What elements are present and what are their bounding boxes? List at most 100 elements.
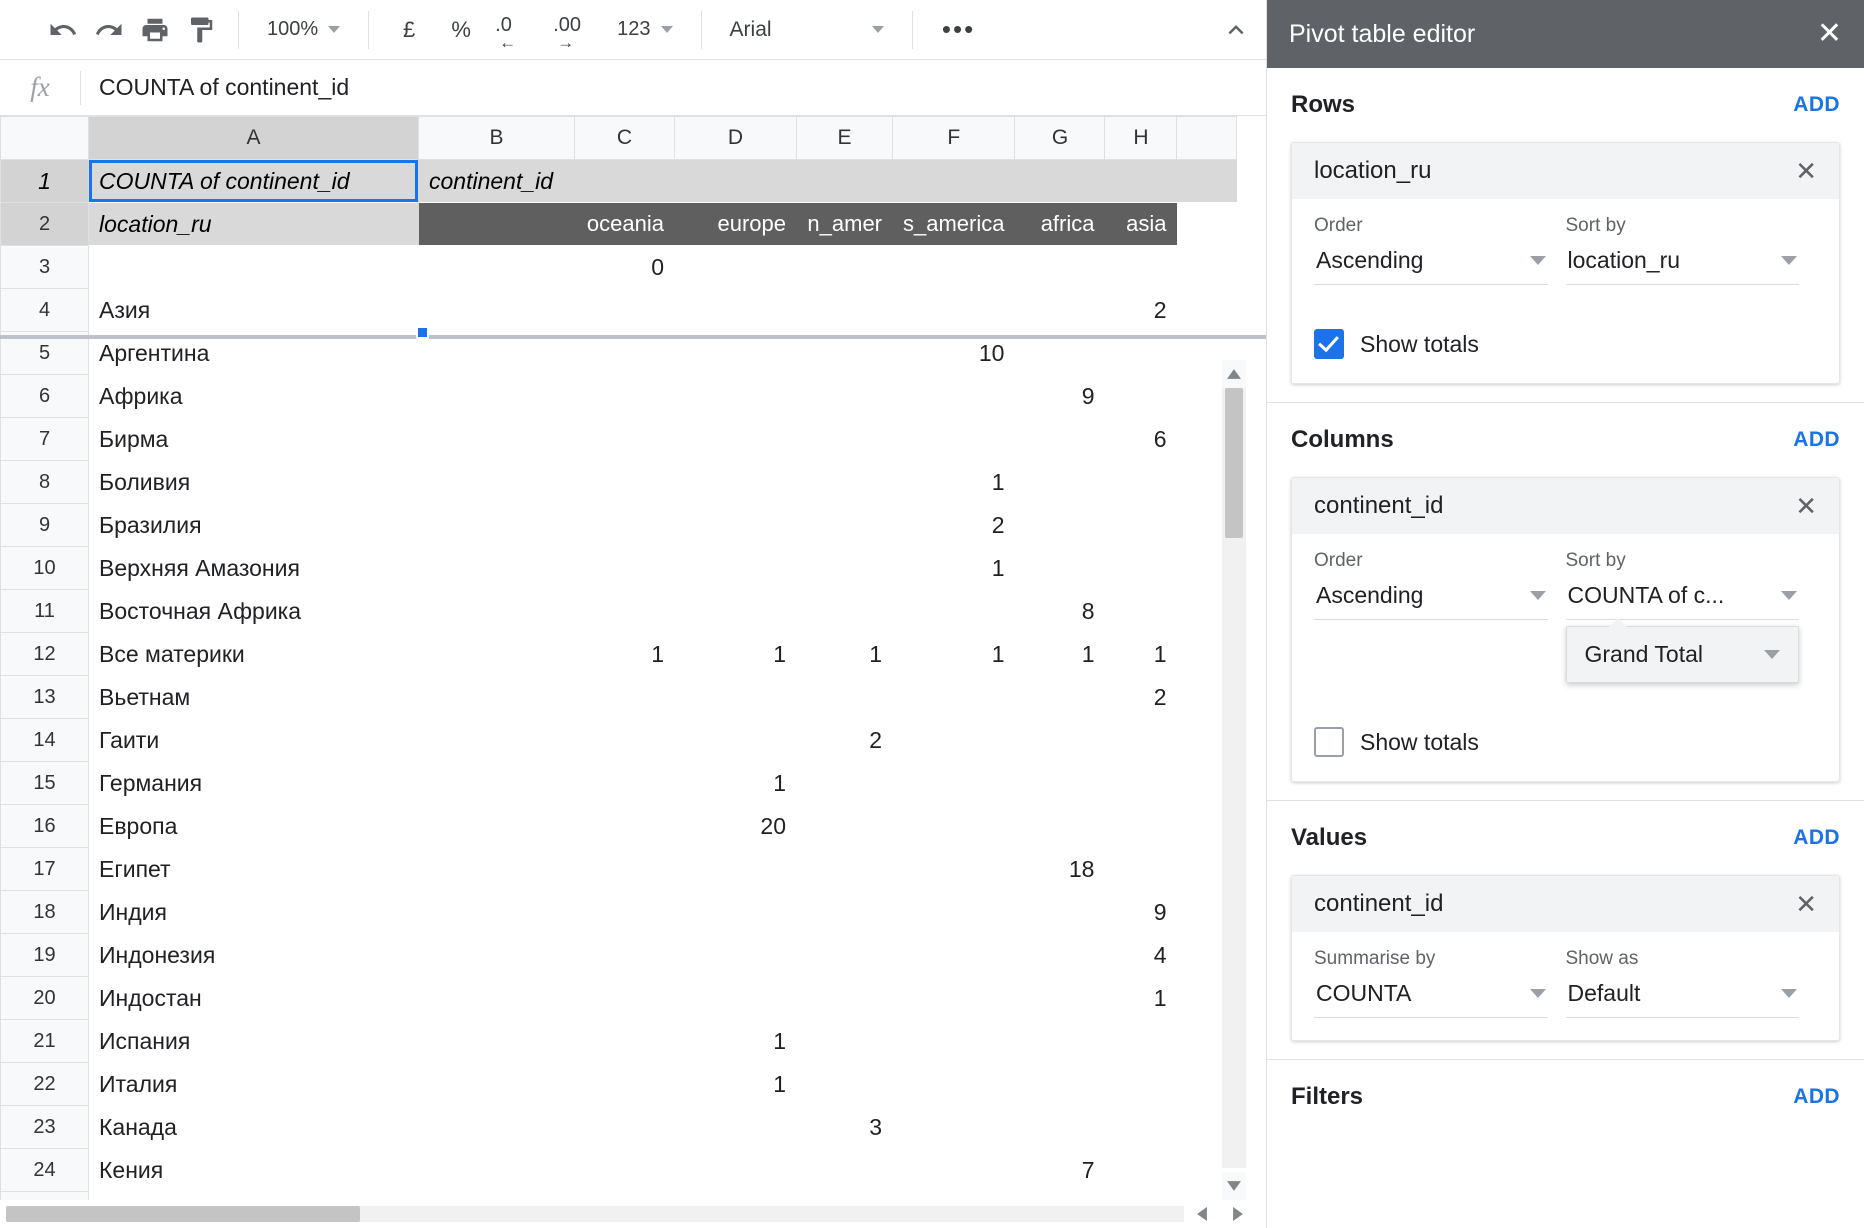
data-cell[interactable]: 2	[1104, 288, 1178, 332]
columns-show-totals-row[interactable]: Show totals	[1292, 705, 1839, 763]
data-cell[interactable]	[418, 675, 575, 719]
data-cell[interactable]	[574, 417, 675, 461]
data-cell[interactable]	[574, 589, 675, 633]
pivot-col-header-asia[interactable]: asia	[1104, 202, 1178, 246]
scroll-left-button[interactable]	[1184, 1201, 1220, 1227]
column-header-D[interactable]: D	[674, 116, 797, 160]
print-icon[interactable]	[132, 10, 178, 50]
row-header-12[interactable]: 12	[0, 632, 89, 676]
data-cell[interactable]	[418, 1019, 575, 1063]
rows-add-button[interactable]: ADD	[1793, 93, 1840, 117]
data-cell[interactable]	[796, 847, 893, 891]
data-cell[interactable]	[1104, 804, 1178, 848]
data-cell[interactable]	[418, 589, 575, 633]
row-label-cell[interactable]: Германия	[88, 761, 419, 805]
data-cell[interactable]	[892, 718, 1016, 762]
row-label-cell[interactable]: Вьетнам	[88, 675, 419, 719]
data-cell[interactable]	[418, 288, 575, 332]
number-format-control[interactable]: 123	[603, 10, 686, 50]
data-cell[interactable]: 1	[574, 632, 675, 676]
currency-format-button[interactable]: £	[383, 10, 435, 50]
column-header-I[interactable]	[1176, 116, 1238, 160]
column-header-B[interactable]: B	[418, 116, 575, 160]
row-label-cell[interactable]: Боливия	[88, 460, 419, 504]
data-cell[interactable]	[796, 1019, 893, 1063]
data-cell[interactable]: 18	[1014, 847, 1106, 891]
vertical-scrollbar[interactable]	[1222, 388, 1246, 1168]
data-cell[interactable]	[796, 546, 893, 590]
data-cell[interactable]	[1104, 589, 1178, 633]
data-cell[interactable]	[1014, 288, 1106, 332]
data-cell[interactable]	[574, 890, 675, 934]
row-label-cell[interactable]: Индостан	[88, 976, 419, 1020]
data-cell[interactable]	[1014, 718, 1106, 762]
row-label-cell[interactable]: Бразилия	[88, 503, 419, 547]
data-cell[interactable]	[892, 1019, 1016, 1063]
data-cell[interactable]	[892, 245, 1016, 289]
data-cell[interactable]	[1014, 460, 1106, 504]
row-header-1[interactable]: 1	[0, 159, 89, 203]
data-cell[interactable]: 1	[892, 546, 1016, 590]
data-cell[interactable]	[892, 374, 1016, 418]
data-cell[interactable]	[1014, 503, 1106, 547]
data-cell[interactable]	[1104, 245, 1178, 289]
data-cell[interactable]	[796, 1148, 893, 1192]
row-header-10[interactable]: 10	[0, 546, 89, 590]
data-cell[interactable]	[574, 374, 675, 418]
data-cell[interactable]	[1104, 503, 1178, 547]
data-cell[interactable]	[674, 675, 797, 719]
vertical-scroll-thumb[interactable]	[1225, 388, 1243, 538]
data-cell[interactable]: 1	[674, 632, 797, 676]
row-header-14[interactable]: 14	[0, 718, 89, 762]
data-cell[interactable]	[892, 589, 1016, 633]
data-cell[interactable]	[1104, 374, 1178, 418]
pivot-row-field-cell[interactable]: location_ru	[88, 202, 419, 246]
row-header-20[interactable]: 20	[0, 976, 89, 1020]
data-cell[interactable]	[418, 1105, 575, 1149]
pivot-col-header-europe[interactable]: europe	[674, 202, 797, 246]
data-cell[interactable]: 3	[796, 1105, 893, 1149]
function-icon[interactable]: fx	[0, 72, 80, 103]
data-cell[interactable]	[1014, 675, 1106, 719]
values-showas-select[interactable]: Default	[1565, 976, 1799, 1018]
row-header-23[interactable]: 23	[0, 1105, 89, 1149]
row-label-cell[interactable]: Кения	[88, 1148, 419, 1192]
data-cell[interactable]	[574, 847, 675, 891]
data-cell[interactable]	[418, 503, 575, 547]
columns-order-select[interactable]: Ascending	[1314, 578, 1548, 620]
data-cell[interactable]	[418, 632, 575, 676]
data-cell[interactable]	[574, 718, 675, 762]
scroll-right-button[interactable]	[1220, 1201, 1256, 1227]
data-cell[interactable]	[1014, 804, 1106, 848]
data-cell[interactable]	[418, 761, 575, 805]
row-label-cell[interactable]: Азия	[88, 288, 419, 332]
data-cell[interactable]	[418, 976, 575, 1020]
data-cell[interactable]	[418, 1148, 575, 1192]
close-icon[interactable]: ✕	[1795, 158, 1817, 184]
data-cell[interactable]	[1104, 460, 1178, 504]
data-cell[interactable]	[892, 675, 1016, 719]
columns-add-button[interactable]: ADD	[1793, 428, 1840, 452]
data-cell[interactable]	[796, 245, 893, 289]
data-cell[interactable]	[674, 718, 797, 762]
data-cell[interactable]: 1	[1014, 632, 1106, 676]
row-label-cell[interactable]	[88, 245, 419, 289]
pivot-column-field-cell[interactable]: continent_id	[418, 159, 1238, 203]
data-cell[interactable]	[574, 804, 675, 848]
data-cell[interactable]	[1104, 1148, 1178, 1192]
row-header-18[interactable]: 18	[0, 890, 89, 934]
row-header-22[interactable]: 22	[0, 1062, 89, 1106]
increase-decimal-button[interactable]: .00 →	[545, 10, 603, 51]
data-cell[interactable]	[674, 589, 797, 633]
data-cell[interactable]	[892, 933, 1016, 977]
undo-icon[interactable]	[40, 10, 86, 50]
data-cell[interactable]	[574, 288, 675, 332]
row-label-cell[interactable]: Испания	[88, 1019, 419, 1063]
data-cell[interactable]: 2	[1104, 675, 1178, 719]
row-label-cell[interactable]: Египет	[88, 847, 419, 891]
data-cell[interactable]	[1014, 890, 1106, 934]
row-label-cell[interactable]: Индия	[88, 890, 419, 934]
column-header-F[interactable]: F	[891, 116, 1016, 160]
data-cell[interactable]	[674, 374, 797, 418]
data-cell[interactable]	[574, 546, 675, 590]
